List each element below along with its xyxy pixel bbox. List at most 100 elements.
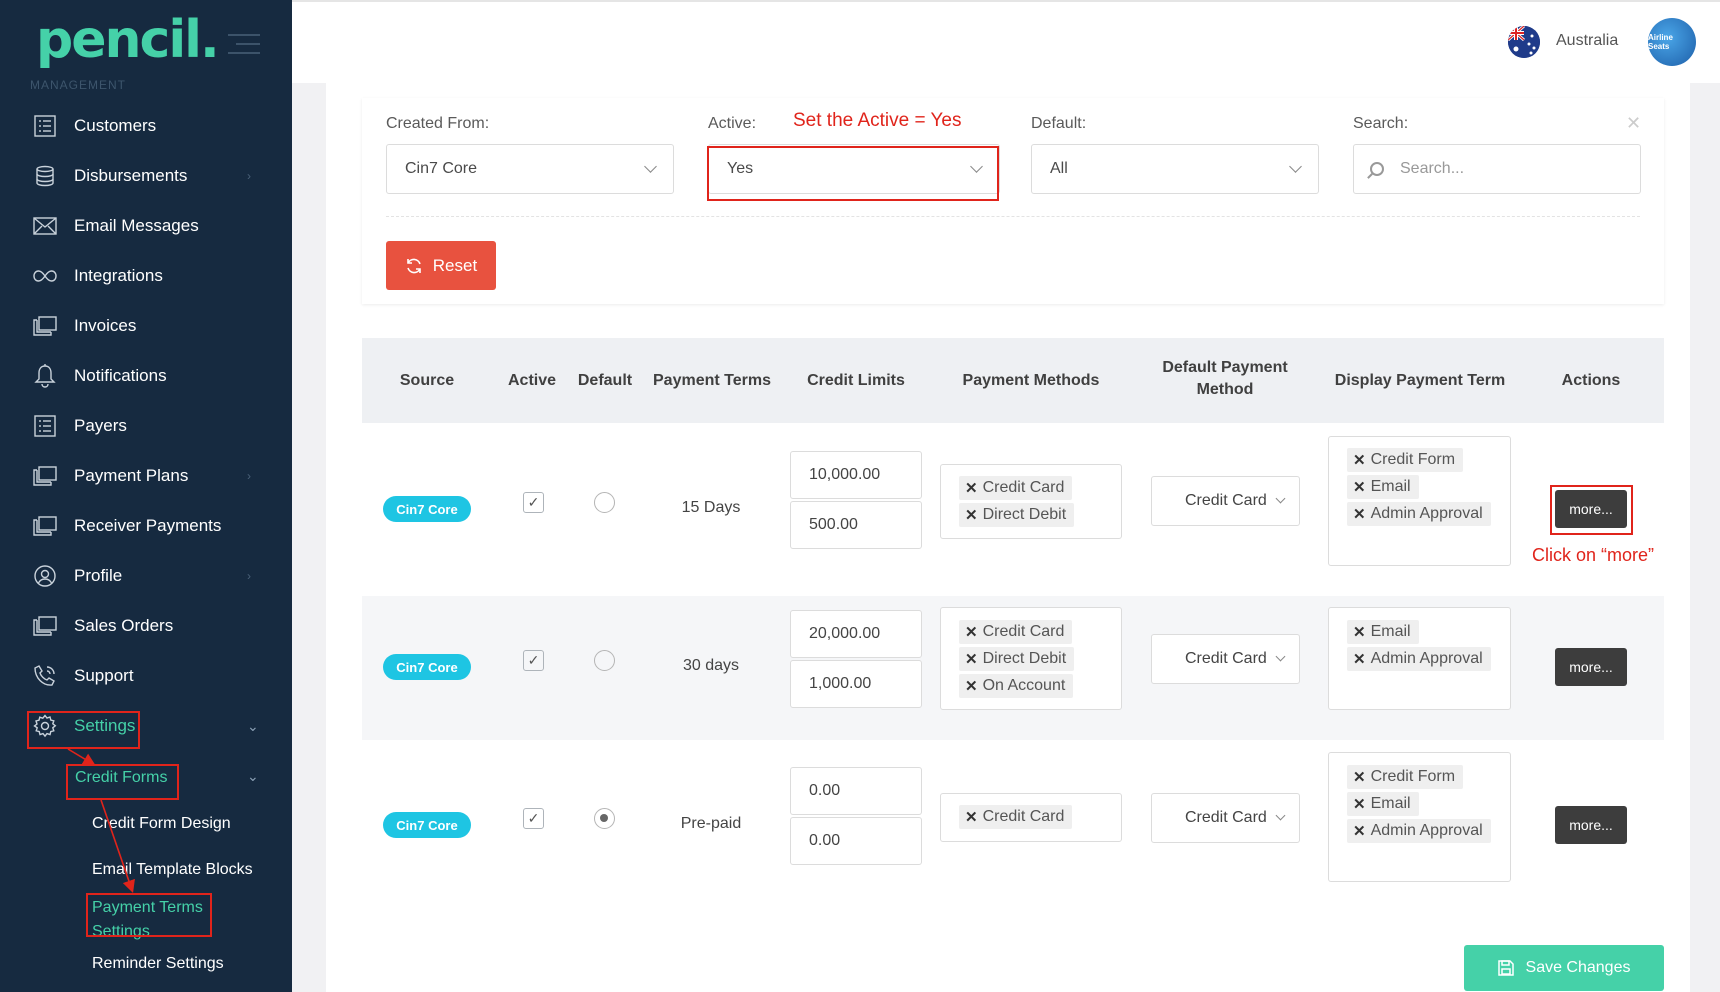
- sidebar-item-receiver-payments[interactable]: Receiver Payments: [0, 506, 292, 546]
- sidebar-item-customers[interactable]: Customers: [0, 106, 292, 146]
- created-from-label: Created From:: [386, 115, 490, 132]
- default-value: All: [1050, 160, 1068, 177]
- credit-limit-input[interactable]: 1,000.00: [790, 660, 922, 708]
- annotation-box: [707, 146, 999, 201]
- tag-chip[interactable]: ✕ Direct Debit: [959, 647, 1075, 671]
- submenu-credit-form-design[interactable]: Credit Form Design: [92, 815, 231, 833]
- annotation-box: [27, 711, 140, 749]
- sidebar-item-profile[interactable]: Profile ›: [0, 556, 292, 596]
- chevron-down-icon: ⌄: [247, 768, 259, 784]
- credit-limit-input[interactable]: 500.00: [790, 501, 922, 549]
- documents-icon: [33, 464, 57, 488]
- default-radio[interactable]: [594, 492, 615, 513]
- default-radio[interactable]: [594, 808, 615, 829]
- th-actions: Actions: [1561, 372, 1621, 389]
- tag-chip[interactable]: ✕ Email: [1347, 475, 1419, 499]
- chevron-down-icon: [1275, 810, 1286, 821]
- documents-icon: [33, 614, 57, 638]
- australia-flag-icon[interactable]: [1508, 26, 1540, 58]
- sidebar-item-email-messages[interactable]: Email Messages: [0, 206, 292, 246]
- close-icon[interactable]: ✕: [1626, 113, 1641, 134]
- tag-chip[interactable]: ✕ On Account: [959, 674, 1074, 698]
- active-checkbox[interactable]: ✓: [523, 808, 544, 829]
- remove-icon[interactable]: ✕: [965, 623, 978, 641]
- sidebar-item-disbursements[interactable]: Disbursements ›: [0, 156, 292, 196]
- remove-icon[interactable]: ✕: [965, 677, 978, 695]
- submenu-email-template-blocks[interactable]: Email Template Blocks: [92, 861, 253, 879]
- more-annotation: Click on “more”: [1532, 545, 1655, 565]
- tag-chip[interactable]: ✕ Email: [1347, 792, 1419, 816]
- credit-limit-input[interactable]: 10,000.00: [790, 451, 922, 499]
- remove-icon[interactable]: ✕: [965, 808, 978, 826]
- default-method-select[interactable]: Credit Card: [1151, 476, 1300, 526]
- payment-methods-select[interactable]: ✕ Credit Card ✕ Direct Debit ✕ On Account: [940, 607, 1122, 710]
- payment-methods-select[interactable]: ✕ Credit Card ✕ Direct Debit: [940, 464, 1122, 539]
- created-from-select[interactable]: Cin7 Core: [386, 144, 674, 194]
- tag-chip[interactable]: ✕ Direct Debit: [959, 503, 1075, 527]
- section-label: MANAGEMENT: [30, 78, 127, 92]
- active-checkbox[interactable]: ✓: [523, 650, 544, 671]
- sidebar-item-sales-orders[interactable]: Sales Orders: [0, 606, 292, 646]
- sidebar-item-integrations[interactable]: Integrations: [0, 256, 292, 296]
- remove-icon[interactable]: ✕: [965, 650, 978, 668]
- credit-limit-input[interactable]: 20,000.00: [790, 610, 922, 658]
- documents-icon: [33, 514, 57, 538]
- tag-chip[interactable]: ✕ Credit Card: [959, 620, 1073, 644]
- remove-icon[interactable]: ✕: [1353, 768, 1366, 786]
- display-terms-select[interactable]: ✕ Email ✕ Admin Approval: [1328, 607, 1511, 710]
- sidebar-item-notifications[interactable]: Notifications: [0, 356, 292, 396]
- save-changes-button[interactable]: Save Changes: [1464, 945, 1664, 991]
- remove-icon[interactable]: ✕: [1353, 795, 1366, 813]
- active-label: Active:: [708, 115, 757, 132]
- sidebar-item-payers[interactable]: Payers: [0, 406, 292, 446]
- tag-chip[interactable]: ✕ Credit Form: [1347, 448, 1464, 472]
- payment-terms: Pre-paid: [680, 815, 742, 832]
- remove-icon[interactable]: ✕: [1353, 623, 1366, 641]
- payment-methods-select[interactable]: ✕ Credit Card: [940, 793, 1122, 842]
- remove-icon[interactable]: ✕: [1353, 822, 1366, 840]
- remove-icon[interactable]: ✕: [1353, 478, 1366, 496]
- display-terms-select[interactable]: ✕ Credit Form ✕ Email ✕ Admin Approval: [1328, 436, 1511, 566]
- default-select[interactable]: All: [1031, 144, 1319, 194]
- remove-icon[interactable]: ✕: [1353, 650, 1366, 668]
- credit-limit-input[interactable]: 0.00: [790, 767, 922, 815]
- tag-chip[interactable]: ✕ Credit Form: [1347, 765, 1464, 789]
- tag-chip[interactable]: ✕ Email: [1347, 620, 1419, 644]
- sidebar-item-payment-plans[interactable]: Payment Plans ›: [0, 456, 292, 496]
- divider: [386, 216, 1640, 217]
- submenu-reminder-settings[interactable]: Reminder Settings: [92, 955, 224, 973]
- menu-toggle-icon[interactable]: [228, 34, 260, 61]
- active-checkbox[interactable]: ✓: [523, 492, 544, 513]
- active-annotation: Set the Active = Yes: [793, 110, 962, 131]
- infinity-icon: [33, 264, 57, 288]
- search-label: Search:: [1353, 115, 1409, 132]
- remove-icon[interactable]: ✕: [1353, 505, 1366, 523]
- avatar[interactable]: Airline Seats: [1648, 18, 1696, 66]
- country-selector[interactable]: Australia: [1556, 32, 1618, 50]
- search-input[interactable]: Search...: [1353, 144, 1641, 194]
- display-terms-select[interactable]: ✕ Credit Form ✕ Email ✕ Admin Approval: [1328, 752, 1511, 882]
- more-button[interactable]: more...: [1555, 648, 1627, 686]
- sidebar-item-invoices[interactable]: Invoices: [0, 306, 292, 346]
- credit-limit-input[interactable]: 0.00: [790, 817, 922, 865]
- payment-terms: 30 days: [682, 657, 740, 674]
- refresh-icon: [406, 258, 421, 273]
- sidebar-item-support[interactable]: Support: [0, 656, 292, 696]
- tag-chip[interactable]: ✕ Admin Approval: [1347, 647, 1491, 671]
- tag-chip[interactable]: ✕ Credit Card: [959, 476, 1073, 500]
- reset-button[interactable]: Reset: [386, 241, 496, 290]
- remove-icon[interactable]: ✕: [965, 479, 978, 497]
- default-method-select[interactable]: Credit Card: [1151, 634, 1300, 684]
- remove-icon[interactable]: ✕: [965, 506, 978, 524]
- default-radio[interactable]: [594, 650, 615, 671]
- tag-chip[interactable]: ✕ Admin Approval: [1347, 819, 1491, 843]
- default-method-select[interactable]: Credit Card: [1151, 793, 1300, 843]
- bell-icon: [33, 364, 57, 388]
- documents-icon: [33, 314, 57, 338]
- chevron-down-icon: [1275, 651, 1286, 662]
- remove-icon[interactable]: ✕: [1353, 451, 1366, 469]
- tag-chip[interactable]: ✕ Admin Approval: [1347, 502, 1491, 526]
- tag-chip[interactable]: ✕ Credit Card: [959, 805, 1073, 829]
- more-button[interactable]: more...: [1555, 806, 1627, 844]
- chevron-down-icon: [644, 160, 657, 173]
